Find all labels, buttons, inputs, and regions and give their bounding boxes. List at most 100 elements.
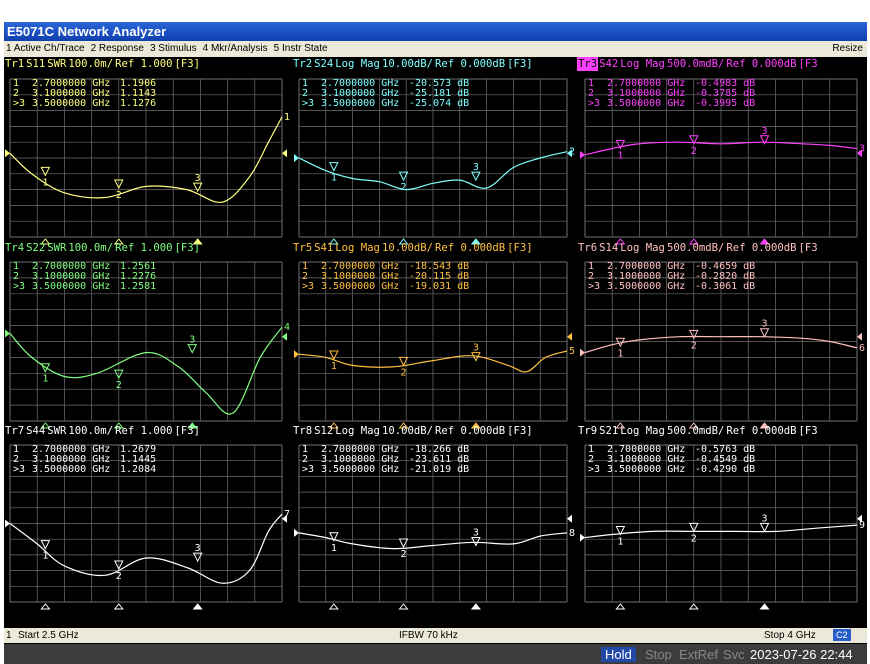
marker-value: -21.019 dB xyxy=(409,464,469,475)
marker-value: -0.3061 dB xyxy=(695,281,755,292)
marker-1[interactable]: 1 xyxy=(328,162,339,245)
trace-plot[interactable]: 1 2.7000000 GHz 1.25612 3.1000000 GHz 1.2276… xyxy=(4,241,292,429)
trace-panel-tr6[interactable]: Tr6 S14 Log Mag 500.0mdB/Ref 0.000dB [F3 1 2.7… xyxy=(577,241,867,429)
reference-arrow-left-icon[interactable] xyxy=(580,348,585,357)
reference-arrow-right-icon[interactable] xyxy=(857,332,862,341)
marker-readout: 1 2.7000000 GHz -18.543 dB2 3.1000000 GHz -2… xyxy=(302,261,469,292)
marker-number: >3 xyxy=(588,98,600,109)
stop-indicator: Stop xyxy=(645,647,672,662)
marker-triangle-icon xyxy=(329,350,339,361)
trace-panel-tr8[interactable]: Tr8 S12 Log Mag 10.00dB/Ref 0.000dB [F3] 1 2.7… xyxy=(292,424,577,610)
marker-value: 1.2084 xyxy=(120,464,156,475)
marker-value: 1.1276 xyxy=(120,98,156,109)
marker-1[interactable]: 1 xyxy=(40,540,51,610)
trace-end-label: 6 xyxy=(859,343,865,354)
menu-instr-state[interactable]: 5 Instr State xyxy=(271,41,331,57)
marker-value: -0.4290 dB xyxy=(695,464,755,475)
trace-plot[interactable]: 1 2.7000000 GHz 1.26792 3.1000000 GHz 1.1445… xyxy=(4,424,292,610)
marker-1[interactable]: 1 xyxy=(615,140,626,245)
marker-label: 1 xyxy=(331,361,337,372)
menu-mkr-analysis[interactable]: 4 Mkr/Analysis xyxy=(200,41,271,57)
window-title: E5071C Network Analyzer xyxy=(7,24,167,39)
trace-panel-tr1[interactable]: Tr1 S11 SWR 100.0m/Ref 1.000 [F3] 1 2.7000000 … xyxy=(4,57,292,245)
reference-arrow-left-icon[interactable] xyxy=(5,149,10,158)
marker-position-icon xyxy=(398,603,409,610)
marker-position-icon xyxy=(688,603,699,610)
marker-label: 2 xyxy=(401,549,407,560)
marker-3[interactable]: 3 xyxy=(759,513,770,610)
trace-panel-tr3[interactable]: Tr3 S42 Log Mag 500.0mdB/Ref 0.000dB [F3 1 2.7… xyxy=(577,57,867,245)
reference-arrow-left-icon[interactable] xyxy=(294,350,299,359)
reference-arrow-right-icon[interactable] xyxy=(282,149,287,158)
reference-arrow-left-icon[interactable] xyxy=(294,154,299,162)
marker-frequency: 3.5000000 GHz xyxy=(32,464,110,475)
trace-panel-tr5[interactable]: Tr5 S41 Log Mag 10.00dB/Ref 0.000dB [F3] 1 2.7… xyxy=(292,241,577,429)
channel-number: 1 xyxy=(6,630,12,641)
marker-position-icon xyxy=(328,603,339,610)
marker-3[interactable]: 3 xyxy=(470,162,481,245)
trace-plot[interactable]: 1 2.7000000 GHz -18.543 dB2 3.1000000 GHz -2… xyxy=(292,241,577,429)
marker-label: 2 xyxy=(401,182,407,193)
marker-3[interactable]: 3 xyxy=(470,343,481,429)
marker-label: 3 xyxy=(189,335,195,346)
trace-panel-tr2[interactable]: Tr2 S24 Log Mag 10.00dB/Ref 0.000dB [F3] 1 2.7… xyxy=(292,57,577,245)
trace-plot[interactable]: 1 2.7000000 GHz -20.573 dB2 3.1000000 GHz -2… xyxy=(292,57,577,245)
marker-3[interactable]: 3 xyxy=(759,126,770,245)
trace-panel-tr7[interactable]: Tr7 S44 SWR 100.0m/Ref 1.000 [F3] 1 2.7000000 … xyxy=(4,424,292,610)
trace-end-label: 8 xyxy=(569,528,575,539)
channel-status-bar: 1 Start 2.5 GHz IFBW 70 kHz Stop 4 GHz C… xyxy=(4,628,867,643)
marker-label: 2 xyxy=(691,340,697,351)
marker-number: >3 xyxy=(302,281,314,292)
marker-label: 1 xyxy=(42,177,48,188)
marker-position-icon xyxy=(615,603,626,610)
marker-label: 3 xyxy=(762,126,768,137)
reference-arrow-left-icon[interactable] xyxy=(5,519,10,528)
start-frequency[interactable]: Start 2.5 GHz xyxy=(18,628,79,643)
trace-plot[interactable]: 1 2.7000000 GHz -0.5763 dB2 3.1000000 GHz -0… xyxy=(577,424,867,610)
date-time: 2023-07-26 22:44 xyxy=(750,647,853,662)
trace-grid: Tr1 S11 SWR 100.0m/Ref 1.000 [F3] 1 2.7000000 … xyxy=(4,57,867,628)
reference-arrow-left-icon[interactable] xyxy=(580,150,585,159)
stop-frequency[interactable]: Stop 4 GHz xyxy=(764,628,816,643)
marker-label: 1 xyxy=(617,536,623,547)
trace-plot[interactable]: 1 2.7000000 GHz -18.266 dB2 3.1000000 GHz -2… xyxy=(292,424,577,610)
marker-label: 3 xyxy=(195,543,201,554)
analyzer-window: E5071C Network Analyzer 1 Active Ch/Trac… xyxy=(4,22,867,664)
reference-arrow-left-icon[interactable] xyxy=(5,329,10,338)
menu-active-ch-trace[interactable]: 1 Active Ch/Trace xyxy=(4,41,88,57)
marker-readout: 1 2.7000000 GHz 1.25612 3.1000000 GHz 1.2276… xyxy=(13,261,156,292)
reference-arrow-left-icon[interactable] xyxy=(580,533,585,542)
trace-end-label: 4 xyxy=(284,322,290,333)
menu-response[interactable]: 2 Response xyxy=(88,41,147,57)
calibration-badge: C2 xyxy=(833,629,851,641)
marker-3[interactable]: 3 xyxy=(470,527,481,610)
marker-label: 2 xyxy=(116,571,122,582)
resize-button[interactable]: Resize xyxy=(832,41,863,57)
reference-arrow-left-icon[interactable] xyxy=(294,528,299,537)
reference-arrow-right-icon[interactable] xyxy=(567,514,572,523)
marker-readout: 1 2.7000000 GHz 1.19062 3.1000000 GHz 1.1143… xyxy=(13,78,156,109)
trace-panel-tr4[interactable]: Tr4 S22 SWR 100.0m/Ref 1.000 [F3] 1 2.7000000 … xyxy=(4,241,292,429)
marker-label: 3 xyxy=(473,527,479,538)
ifbw-setting[interactable]: IFBW 70 kHz xyxy=(399,628,458,643)
marker-1[interactable]: 1 xyxy=(615,525,626,610)
marker-label: 2 xyxy=(691,146,697,157)
marker-1[interactable]: 1 xyxy=(615,337,626,429)
marker-label: 1 xyxy=(42,374,48,385)
trace-plot[interactable]: 1 2.7000000 GHz -0.4983 dB2 3.1000000 GHz -0… xyxy=(577,57,867,245)
marker-label: 1 xyxy=(42,551,48,562)
marker-number: >3 xyxy=(302,464,314,475)
marker-label: 3 xyxy=(762,319,768,330)
trace-plot[interactable]: 1 2.7000000 GHz -0.4659 dB2 3.1000000 GHz -0… xyxy=(577,241,867,429)
trace-plot[interactable]: 1 2.7000000 GHz 1.19062 3.1000000 GHz 1.1143… xyxy=(4,57,292,245)
extref-indicator: ExtRef xyxy=(679,647,719,662)
trace-panel-tr9[interactable]: Tr9 S21 Log Mag 500.0mdB/Ref 0.000dB [F3 1 2.7… xyxy=(577,424,867,610)
reference-arrow-right-icon[interactable] xyxy=(567,332,572,341)
marker-label: 3 xyxy=(762,513,768,524)
trace-end-label: 1 xyxy=(284,112,290,123)
reference-arrow-right-icon[interactable] xyxy=(282,332,287,341)
marker-readout: 1 2.7000000 GHz -0.5763 dB2 3.1000000 GHz -0… xyxy=(588,444,755,475)
marker-frequency: 3.5000000 GHz xyxy=(321,281,399,292)
menu-stimulus[interactable]: 3 Stimulus xyxy=(147,41,200,57)
marker-1[interactable]: 1 xyxy=(40,363,51,429)
